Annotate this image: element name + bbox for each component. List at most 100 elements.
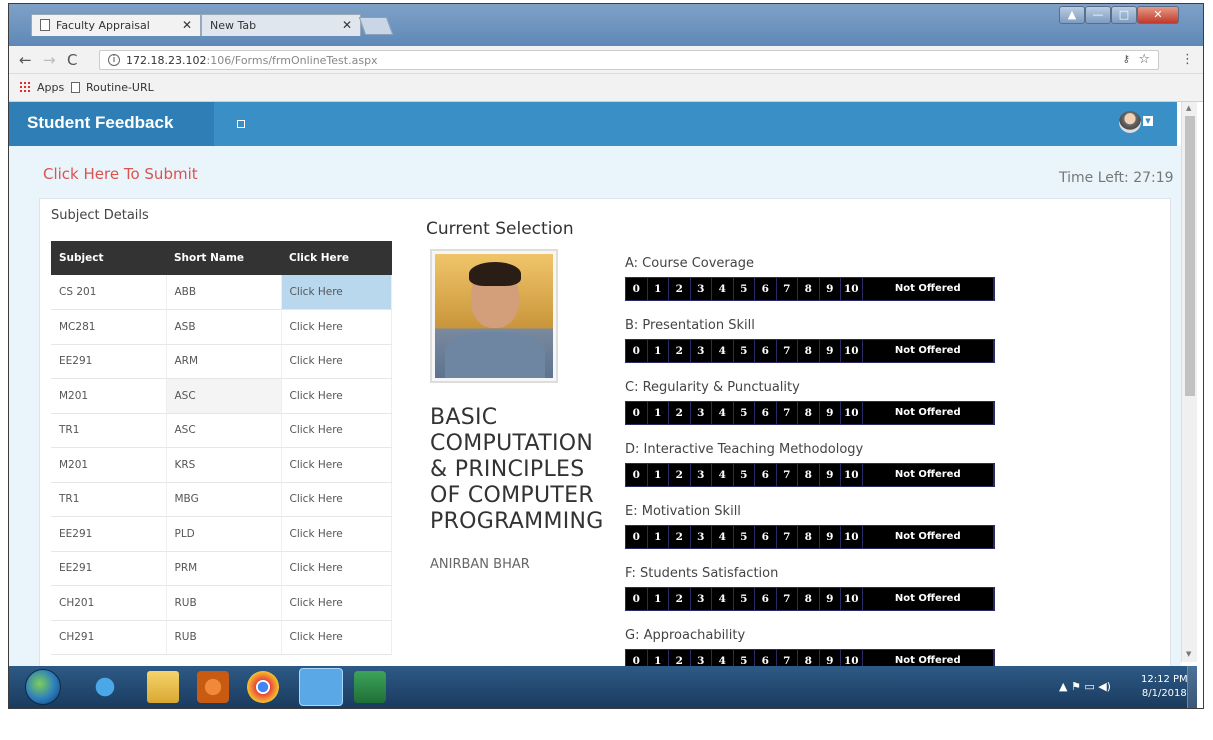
address-bar[interactable]: i 172.18.23.102:106/Forms/frmOnlineTest.… [99, 50, 1159, 70]
rating-option[interactable]: 10 [841, 340, 863, 362]
rating-option[interactable]: 10 [841, 526, 863, 548]
media-icon[interactable] [197, 671, 229, 703]
rating-option[interactable]: 9 [820, 588, 841, 610]
close-icon[interactable]: ✕ [342, 18, 352, 32]
rating-option[interactable]: 2 [669, 464, 691, 486]
rating-option[interactable]: 0 [626, 340, 648, 362]
rating-option[interactable]: 0 [626, 464, 648, 486]
user-switch-icon[interactable]: ▲ [1059, 6, 1085, 24]
click-here-link[interactable]: Click Here [281, 344, 392, 379]
rating-option[interactable]: 10 [841, 278, 863, 300]
rating-option[interactable]: 1 [648, 588, 669, 610]
new-tab-button[interactable] [358, 17, 394, 35]
rating-option[interactable]: 2 [669, 588, 691, 610]
sidebar-toggle-icon[interactable] [237, 120, 245, 128]
rating-option[interactable]: 1 [648, 278, 669, 300]
rating-option[interactable]: 1 [648, 464, 669, 486]
rating-option[interactable]: 4 [712, 402, 734, 424]
scrollbar-thumb[interactable] [1185, 116, 1195, 396]
rating-option[interactable]: 5 [734, 402, 755, 424]
rating-option[interactable]: 4 [712, 526, 734, 548]
rating-option[interactable]: 4 [712, 278, 734, 300]
rating-option[interactable]: 8 [798, 526, 820, 548]
rating-option[interactable]: 9 [820, 526, 841, 548]
rating-option[interactable]: 10 [841, 464, 863, 486]
click-here-link[interactable]: Click Here [281, 413, 392, 448]
rating-option[interactable]: 2 [669, 526, 691, 548]
scroll-up-icon[interactable]: ▲ [1186, 104, 1191, 112]
click-here-link[interactable]: Click Here [281, 516, 392, 552]
rating-option[interactable]: 8 [798, 588, 820, 610]
rating-not-offered[interactable]: Not Offered [863, 526, 994, 548]
rating-option[interactable]: 4 [712, 340, 734, 362]
rating-option[interactable]: 0 [626, 588, 648, 610]
taskbar-clock[interactable]: 12:12 PM 8/1/2018 [1141, 673, 1188, 701]
click-here-link[interactable]: Click Here [281, 378, 392, 414]
rating-option[interactable]: 7 [777, 278, 798, 300]
rating-option[interactable]: 5 [734, 340, 755, 362]
rating-option[interactable]: 0 [626, 278, 648, 300]
rating-option[interactable]: 9 [820, 464, 841, 486]
page-scrollbar[interactable]: ▲ ▼ [1181, 102, 1197, 662]
click-here-link[interactable]: Click Here [281, 275, 392, 310]
star-icon[interactable]: ☆ [1138, 52, 1150, 67]
rating-option[interactable]: 10 [841, 588, 863, 610]
tab-faculty-appraisal[interactable]: Faculty Appraisal ✕ [31, 14, 201, 36]
rating-not-offered[interactable]: Not Offered [863, 464, 994, 486]
close-window-button[interactable]: ✕ [1137, 6, 1179, 24]
rating-option[interactable]: 1 [648, 340, 669, 362]
rating-option[interactable]: 3 [691, 588, 712, 610]
start-orb-icon[interactable] [25, 669, 61, 705]
rating-option[interactable]: 2 [669, 278, 691, 300]
scroll-down-icon[interactable]: ▼ [1186, 650, 1191, 658]
show-desktop-button[interactable] [1187, 666, 1197, 708]
rating-option[interactable]: 9 [820, 402, 841, 424]
rating-option[interactable]: 7 [777, 588, 798, 610]
chrome-icon[interactable] [247, 671, 279, 703]
click-here-link[interactable]: Click Here [281, 482, 392, 517]
click-here-link[interactable]: Click Here [281, 309, 392, 345]
back-icon[interactable]: ← [19, 51, 32, 69]
rating-option[interactable]: 5 [734, 588, 755, 610]
avatar-icon[interactable] [1119, 111, 1141, 133]
rating-option[interactable]: 1 [648, 402, 669, 424]
forward-icon[interactable]: → [43, 51, 56, 69]
rating-option[interactable]: 8 [798, 278, 820, 300]
rating-option[interactable]: 4 [712, 464, 734, 486]
rating-option[interactable]: 8 [798, 340, 820, 362]
key-icon[interactable]: ⚷ [1123, 54, 1130, 65]
rating-option[interactable]: 0 [626, 402, 648, 424]
rating-option[interactable]: 6 [755, 526, 777, 548]
bookmark-routine-url[interactable]: Routine-URL [71, 81, 154, 94]
minimize-button[interactable]: — [1085, 6, 1111, 24]
rating-not-offered[interactable]: Not Offered [863, 402, 994, 424]
click-here-link[interactable]: Click Here [281, 447, 392, 483]
rating-option[interactable]: 8 [798, 464, 820, 486]
rating-option[interactable]: 4 [712, 588, 734, 610]
bookmark-apps[interactable]: Apps [19, 81, 64, 94]
rating-option[interactable]: 3 [691, 526, 712, 548]
reload-icon[interactable]: C [67, 51, 77, 69]
rating-option[interactable]: 6 [755, 340, 777, 362]
rating-option[interactable]: 9 [820, 278, 841, 300]
folder-icon[interactable] [147, 671, 179, 703]
rating-option[interactable]: 7 [777, 340, 798, 362]
rating-option[interactable]: 9 [820, 340, 841, 362]
rating-option[interactable]: 5 [734, 526, 755, 548]
rating-option[interactable]: 6 [755, 464, 777, 486]
click-here-link[interactable]: Click Here [281, 551, 392, 586]
rating-option[interactable]: 8 [798, 402, 820, 424]
rating-option[interactable]: 5 [734, 278, 755, 300]
click-here-link[interactable]: Click Here [281, 620, 392, 655]
menu-icon[interactable]: ⋮ [1181, 52, 1194, 67]
rating-not-offered[interactable]: Not Offered [863, 340, 994, 362]
chevron-down-icon[interactable]: ▼ [1143, 116, 1153, 126]
teamviewer-icon[interactable] [299, 668, 343, 706]
rating-option[interactable]: 7 [777, 402, 798, 424]
rating-option[interactable]: 1 [648, 526, 669, 548]
rating-option[interactable]: 10 [841, 402, 863, 424]
close-icon[interactable]: ✕ [182, 18, 192, 32]
info-icon[interactable]: i [108, 54, 120, 66]
rating-not-offered[interactable]: Not Offered [863, 278, 994, 300]
tab-new-tab[interactable]: New Tab ✕ [201, 14, 361, 36]
